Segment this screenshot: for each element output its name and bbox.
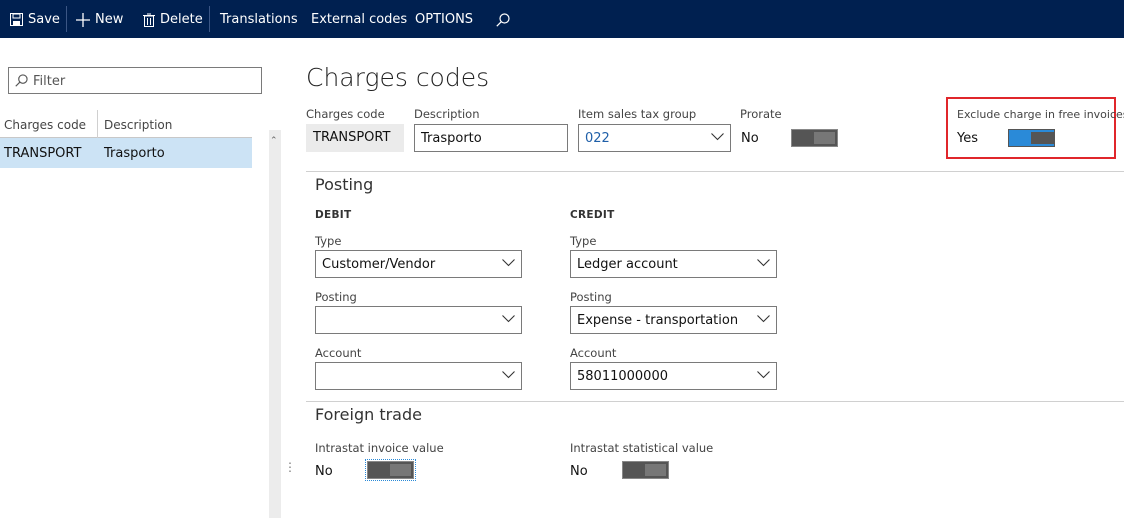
scroll-up-icon[interactable]: ⌃ — [270, 136, 278, 146]
prorate-toggle[interactable] — [791, 129, 838, 147]
credit-account-value: 58011000000 — [577, 369, 668, 384]
credit-account-select[interactable]: 58011000000 — [570, 362, 777, 390]
search-button[interactable] — [496, 0, 515, 38]
description-field[interactable]: Trasporto — [414, 124, 568, 152]
toggle-knob — [390, 464, 411, 476]
toolbar-divider — [209, 6, 210, 32]
credit-type-value: Ledger account — [577, 257, 678, 272]
debit-account-label: Account — [315, 346, 362, 360]
item-sales-tax-group-label: Item sales tax group — [578, 107, 697, 121]
column-header-charges-code[interactable]: Charges code — [4, 118, 86, 132]
credit-account-label: Account — [570, 346, 617, 360]
credit-posting-label: Posting — [570, 290, 612, 304]
exclude-free-invoices-toggle[interactable] — [1008, 129, 1055, 147]
intrastat-statistical-value-label: Intrastat statistical value — [570, 441, 714, 455]
item-sales-tax-group-select[interactable]: 022 — [578, 124, 731, 152]
search-icon — [15, 74, 28, 87]
grid-header: Charges code Description — [0, 110, 252, 138]
translations-button[interactable]: Translations — [220, 0, 298, 38]
section-divider — [306, 171, 1124, 172]
debit-account-select[interactable] — [315, 362, 522, 390]
charges-code-label: Charges code — [306, 107, 385, 121]
page-title: Charges codes — [306, 63, 490, 92]
action-pane: Save New Delete Translations External co… — [0, 0, 1124, 38]
external-codes-button[interactable]: External codes — [311, 0, 407, 38]
credit-posting-select[interactable]: Expense - transportation — [570, 306, 777, 334]
chevron-down-icon — [757, 259, 770, 267]
intrastat-statistical-value: No — [570, 464, 588, 479]
item-sales-tax-group-value: 022 — [585, 131, 610, 146]
debit-posting-label: Posting — [315, 290, 357, 304]
row-charges-code: TRANSPORT — [4, 146, 82, 161]
trash-icon — [143, 13, 155, 27]
save-label: Save — [28, 12, 60, 27]
options-tab[interactable]: OPTIONS — [415, 0, 473, 38]
chevron-down-icon — [502, 315, 515, 323]
chevron-down-icon — [711, 133, 724, 141]
chevron-down-icon — [757, 315, 770, 323]
debit-type-label: Type — [315, 234, 342, 248]
column-header-description[interactable]: Description — [104, 118, 172, 132]
intrastat-statistical-toggle[interactable] — [622, 461, 669, 479]
debit-type-select[interactable]: Customer/Vendor — [315, 250, 522, 278]
save-button[interactable]: Save — [10, 0, 60, 38]
intrastat-invoice-value-label: Intrastat invoice value — [315, 441, 444, 455]
toolbar-divider — [66, 6, 67, 32]
new-button[interactable]: New — [76, 0, 123, 38]
delete-button[interactable]: Delete — [143, 0, 203, 38]
credit-heading: CREDIT — [570, 209, 615, 221]
filter-input[interactable]: Filter — [8, 67, 262, 94]
posting-section-title[interactable]: Posting — [315, 175, 373, 194]
new-label: New — [95, 12, 124, 27]
toggle-knob — [814, 132, 835, 144]
chevron-down-icon — [502, 371, 515, 379]
prorate-label: Prorate — [740, 107, 782, 121]
details-pane: Charges codes Charges code TRANSPORT Des… — [281, 38, 1124, 518]
delete-label: Delete — [160, 12, 203, 27]
column-divider — [97, 110, 98, 138]
table-row[interactable]: TRANSPORT Trasporto — [0, 138, 252, 168]
plus-icon — [76, 12, 90, 27]
intrastat-invoice-toggle[interactable] — [365, 459, 416, 481]
highlight-box — [946, 97, 1116, 159]
row-description: Trasporto — [104, 146, 165, 161]
description-label: Description — [414, 107, 480, 121]
section-divider — [306, 401, 1124, 402]
save-icon — [10, 13, 23, 26]
foreign-trade-section-title[interactable]: Foreign trade — [315, 405, 422, 424]
toggle-knob — [645, 464, 666, 476]
chevron-down-icon — [757, 371, 770, 379]
debit-heading: DEBIT — [315, 209, 352, 221]
credit-posting-value: Expense - transportation — [577, 313, 739, 328]
credit-type-select[interactable]: Ledger account — [570, 250, 777, 278]
search-icon — [496, 12, 510, 27]
debit-posting-select[interactable] — [315, 306, 522, 334]
list-pane: Filter Charges code Description TRANSPOR… — [0, 38, 281, 518]
exclude-free-invoices-label: Exclude charge in free invoices — [957, 108, 1124, 121]
list-scrollbar[interactable]: ⌃ — [269, 130, 281, 518]
intrastat-invoice-value: No — [315, 464, 333, 479]
charges-code-field: TRANSPORT — [306, 124, 404, 152]
prorate-value: No — [741, 131, 759, 146]
exclude-free-invoices-value: Yes — [957, 131, 978, 146]
chevron-down-icon — [502, 259, 515, 267]
credit-type-label: Type — [570, 234, 597, 248]
toggle-knob — [1031, 132, 1054, 144]
filter-placeholder: Filter — [33, 74, 66, 89]
debit-type-value: Customer/Vendor — [322, 257, 436, 272]
